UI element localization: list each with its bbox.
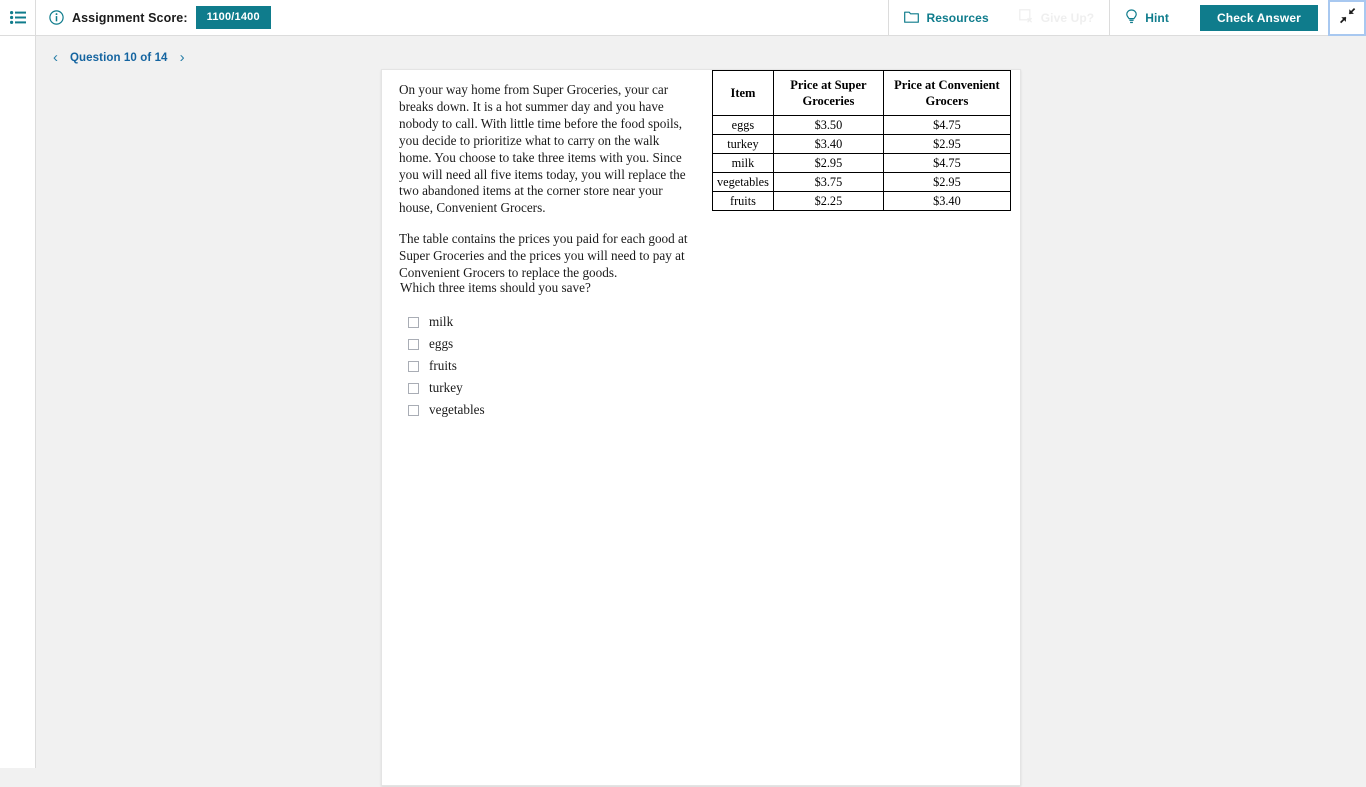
checkbox-turkey[interactable] [408, 382, 419, 394]
choice-label-eggs[interactable]: eggs [429, 336, 453, 352]
hint-check-group: Hint Check Answer [1109, 0, 1328, 35]
resources-giveup-group: Resources Give Up? [888, 0, 1109, 35]
cell-price-super: $3.75 [772, 172, 884, 192]
resources-label: Resources [926, 10, 989, 25]
menu-button[interactable] [0, 0, 36, 35]
collapse-fullscreen-button[interactable] [1328, 0, 1366, 36]
cell-price-super: $3.50 [772, 115, 884, 135]
problem-paragraph-2: The table contains the prices you paid f… [399, 231, 688, 281]
info-circle-icon[interactable] [49, 10, 64, 25]
resources-button[interactable]: Resources [889, 0, 1003, 35]
cell-price-convenient: $3.40 [882, 191, 1011, 211]
left-rail [0, 36, 36, 768]
cell-item: vegetables [712, 172, 774, 192]
choice-label-fruits[interactable]: fruits [429, 358, 457, 374]
top-toolbar: Assignment Score: 1100/1400 Resources Gi… [0, 0, 1366, 36]
header-item: Item [712, 70, 774, 116]
header-price-super: Price at Super Groceries [772, 70, 884, 116]
work-area: ‹ Question 10 of 14 › On your way home f… [37, 36, 1366, 786]
price-table-head: Item Price at Super Groceries Price at C… [712, 70, 1011, 116]
header-price-convenient: Price at Convenient Grocers [882, 70, 1011, 116]
assignment-score-label: Assignment Score: [72, 10, 188, 25]
checkbox-eggs[interactable] [408, 338, 419, 350]
chevron-right-icon[interactable]: › [177, 48, 188, 67]
question-block: Which three items should you save? milk … [400, 280, 591, 421]
collapse-arrows-icon [1339, 7, 1356, 29]
cell-price-convenient: $2.95 [882, 134, 1011, 154]
hint-button[interactable]: Hint [1110, 0, 1184, 35]
choice-label-vegetables[interactable]: vegetables [429, 402, 485, 418]
cell-price-convenient: $4.75 [882, 153, 1011, 173]
square-x-icon [1018, 9, 1034, 26]
table-header-row: Item Price at Super Groceries Price at C… [712, 70, 1011, 116]
table-row: vegetables $3.75 $2.95 [712, 172, 1011, 192]
checkbox-vegetables[interactable] [408, 404, 419, 416]
choice-label-turkey[interactable]: turkey [429, 380, 463, 396]
problem-statement: On your way home from Super Groceries, y… [399, 82, 691, 282]
problem-paragraph-1: On your way home from Super Groceries, y… [399, 82, 686, 216]
question-navigation: ‹ Question 10 of 14 › [50, 48, 188, 67]
assignment-score-badge: 1100/1400 [195, 6, 271, 29]
assignment-score: Assignment Score: 1100/1400 [36, 0, 271, 35]
cell-item: milk [712, 153, 774, 173]
cell-price-super: $2.25 [772, 191, 884, 211]
table-row: eggs $3.50 $4.75 [712, 115, 1011, 135]
price-table: Item Price at Super Groceries Price at C… [712, 70, 1011, 211]
give-up-label: Give Up? [1040, 10, 1095, 25]
cell-price-super: $2.95 [772, 153, 884, 173]
question-counter-label[interactable]: Question 10 of 14 [70, 52, 168, 64]
hint-label: Hint [1145, 10, 1169, 25]
folder-icon [904, 10, 920, 26]
cell-price-convenient: $2.95 [882, 172, 1011, 192]
price-table-container: Item Price at Super Groceries Price at C… [712, 70, 1011, 211]
table-row: fruits $2.25 $3.40 [712, 191, 1011, 211]
table-row: milk $2.95 $4.75 [712, 153, 1011, 173]
choice-label-milk[interactable]: milk [429, 314, 453, 330]
question-card: On your way home from Super Groceries, y… [381, 69, 1021, 786]
cell-item: eggs [712, 115, 774, 135]
give-up-button: Give Up? [1004, 0, 1109, 35]
cell-price-super: $3.40 [772, 134, 884, 154]
chevron-left-icon[interactable]: ‹ [50, 48, 61, 67]
choice-row-fruits[interactable]: fruits [408, 355, 591, 377]
cell-item: turkey [712, 134, 774, 154]
checkbox-milk[interactable] [408, 316, 419, 328]
hamburger-list-icon [9, 11, 26, 24]
cell-item: fruits [712, 191, 774, 211]
price-table-body: eggs $3.50 $4.75 turkey $3.40 $2.95 milk… [712, 115, 1011, 211]
check-answer-button[interactable]: Check Answer [1199, 4, 1318, 31]
question-prompt: Which three items should you save? [400, 280, 591, 295]
choice-row-vegetables[interactable]: vegetables [408, 399, 591, 421]
checkbox-fruits[interactable] [408, 360, 419, 372]
table-row: turkey $3.40 $2.95 [712, 134, 1011, 154]
choice-row-eggs[interactable]: eggs [408, 333, 591, 355]
choice-row-milk[interactable]: milk [408, 311, 591, 333]
lightbulb-icon [1125, 8, 1138, 27]
cell-price-convenient: $4.75 [882, 115, 1011, 135]
choice-row-turkey[interactable]: turkey [408, 377, 591, 399]
